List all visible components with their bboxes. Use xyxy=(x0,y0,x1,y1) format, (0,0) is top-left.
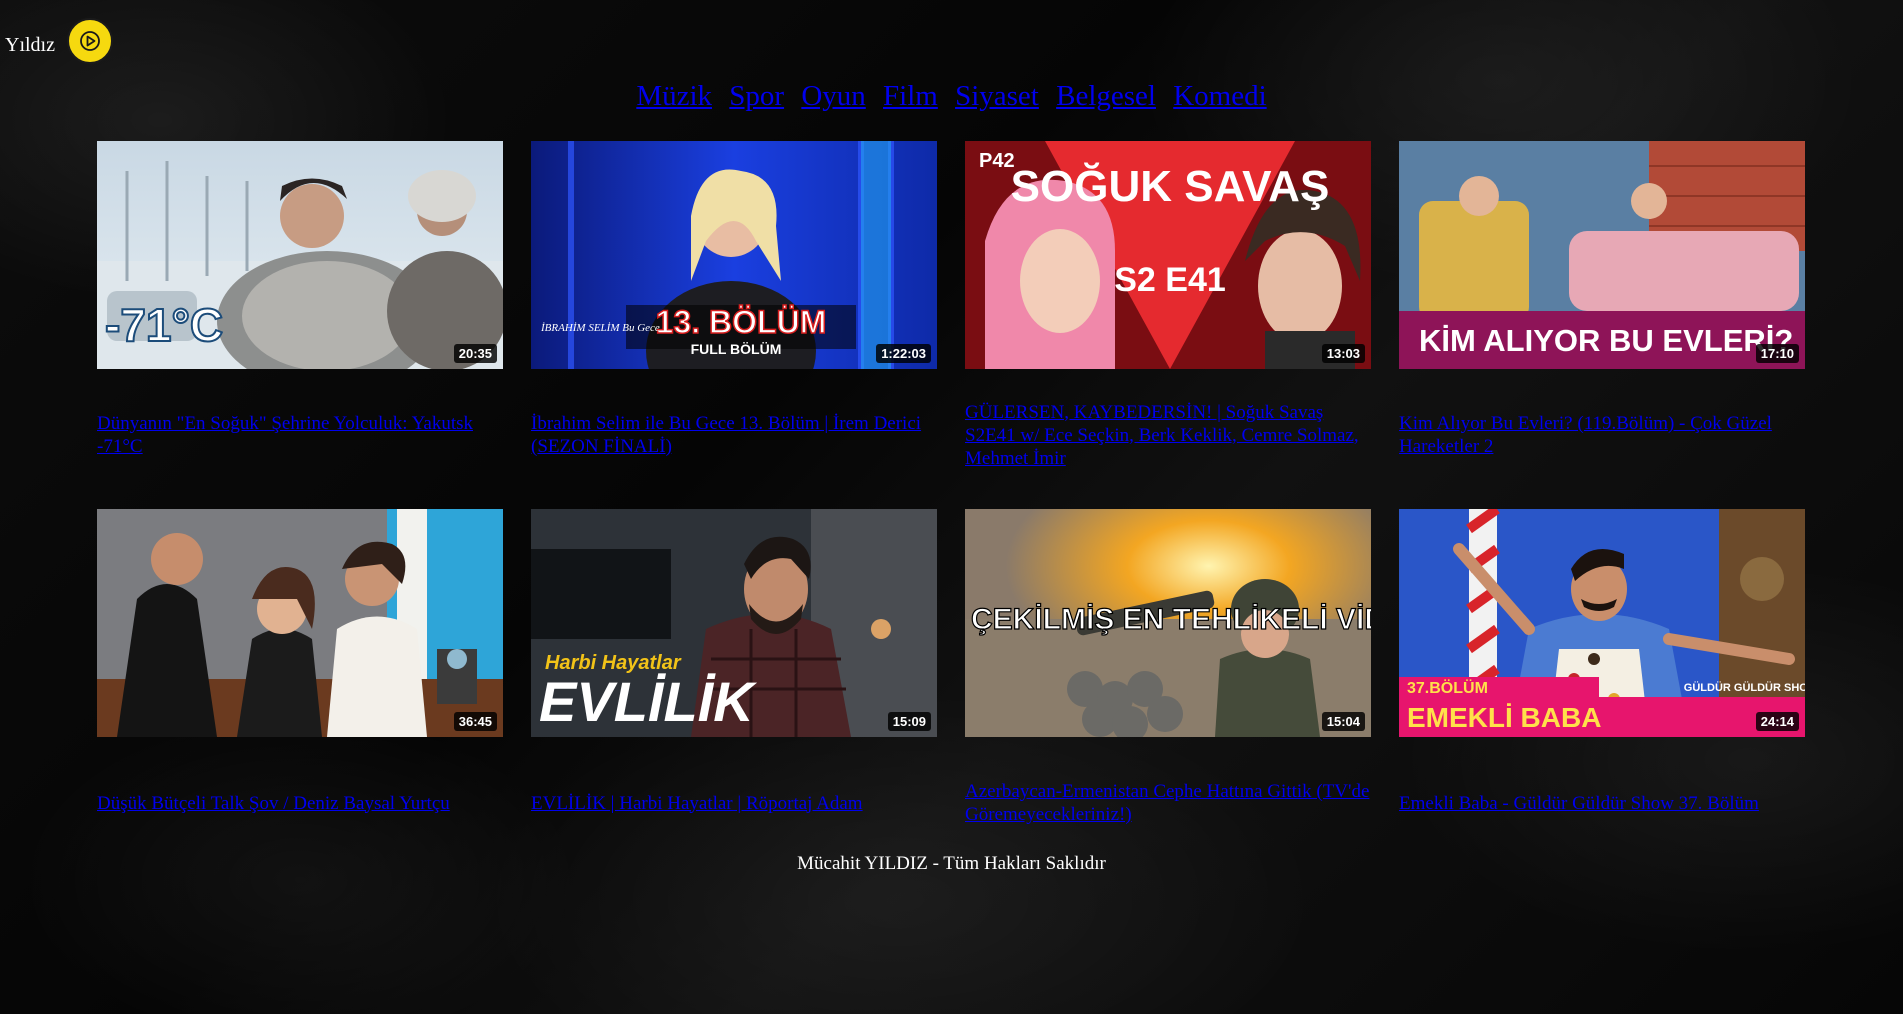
nav-link-belgesel[interactable]: Belgesel xyxy=(1056,80,1156,112)
thumbnail-overlay-text: 13. BÖLÜM xyxy=(656,304,827,340)
thumbnail-overlay-text: SOĞUK SAVAŞ xyxy=(1011,161,1330,211)
thumbnail-overlay-logo: GÜLDÜR GÜLDÜR SHOW xyxy=(1684,681,1805,694)
thumbnail-overlay-text: -71°C xyxy=(105,299,223,351)
video-title-link[interactable]: Düşük Bütçeli Talk Şov / Deniz Baysal Yu… xyxy=(97,778,450,815)
thumbnail-overlay-subtext: 37.BÖLÜM xyxy=(1407,678,1488,697)
video-duration: 17:10 xyxy=(1755,344,1799,363)
video-title-link[interactable]: GÜLERSEN, KAYBEDERSİN! | Soğuk Savaş S2E… xyxy=(965,387,1371,470)
video-thumbnail[interactable]: Harbi Hayatlar EVLİLİK 15:09 xyxy=(531,509,937,737)
video-title-link[interactable]: Dünyanın "En Soğuk" Şehrine Yolculuk: Ya… xyxy=(97,398,503,458)
video-card: ÇEKİLMİŞ EN TEHLİKELİ VİDEO 15:04 Azerba… xyxy=(965,509,1371,855)
video-grid: -71°C 20:35 Dünyanın "En Soğuk" Şehrine … xyxy=(97,141,1807,855)
video-thumbnail[interactable]: ÇEKİLMİŞ EN TEHLİKELİ VİDEO 15:04 xyxy=(965,509,1371,737)
nav-link-komedi[interactable]: Komedi xyxy=(1173,80,1266,112)
video-card: P42 SOĞUK SAVAŞ S2 E41 13:03 GÜLERSEN, K… xyxy=(965,141,1371,487)
page-footer: Mücahit YILDIZ - Tüm Hakları Saklıdır xyxy=(0,853,1903,875)
play-circle-icon[interactable] xyxy=(67,18,113,64)
nav-link-muzik[interactable]: Müzik xyxy=(636,80,712,112)
video-duration: 1:22:03 xyxy=(876,344,931,363)
video-duration: 20:35 xyxy=(453,344,497,363)
video-card: Harbi Hayatlar EVLİLİK 15:09 EVLİLİK | H… xyxy=(531,509,937,855)
video-title-container: Dünyanın "En Soğuk" Şehrine Yolculuk: Ya… xyxy=(97,369,503,487)
nav-link-oyun[interactable]: Oyun xyxy=(801,80,865,112)
video-duration: 36:45 xyxy=(453,712,497,731)
video-title-container: Kim Alıyor Bu Evleri? (119.Bölüm) - Çok … xyxy=(1399,369,1805,487)
video-card: KİM ALIYOR BU EVLERİ? 17:10 Kim Alıyor B… xyxy=(1399,141,1805,487)
copyright-text: Mücahit YILDIZ - Tüm Hakları Saklıdır xyxy=(797,853,1106,874)
nav-link-film[interactable]: Film xyxy=(883,80,938,112)
video-duration: 24:14 xyxy=(1755,712,1799,731)
video-duration: 15:04 xyxy=(1321,712,1365,731)
video-title-container: Azerbaycan-Ermenistan Cephe Hattına Gitt… xyxy=(965,737,1371,855)
thumbnail-overlay-subtext: FULL BÖLÜM xyxy=(691,341,782,357)
video-thumbnail[interactable]: KİM ALIYOR BU EVLERİ? 17:10 xyxy=(1399,141,1805,369)
video-thumbnail[interactable]: P42 SOĞUK SAVAŞ S2 E41 13:03 xyxy=(965,141,1371,369)
site-header: Yıldız xyxy=(5,18,113,64)
video-thumbnail[interactable]: -71°C 20:35 xyxy=(97,141,503,369)
video-card: -71°C 20:35 Dünyanın "En Soğuk" Şehrine … xyxy=(97,141,503,487)
video-title-container: GÜLERSEN, KAYBEDERSİN! | Soğuk Savaş S2E… xyxy=(965,369,1371,487)
thumbnail-overlay-text: KİM ALIYOR BU EVLERİ? xyxy=(1419,323,1793,358)
video-thumbnail[interactable]: 36:45 xyxy=(97,509,503,737)
video-duration: 13:03 xyxy=(1321,344,1365,363)
thumbnail-overlay-text: ÇEKİLMİŞ EN TEHLİKELİ VİDEO xyxy=(971,603,1371,636)
thumbnail-overlay-logo: İBRAHİM SELİM Bu Gece xyxy=(540,322,660,334)
video-title-container: Emekli Baba - Güldür Güldür Show 37. Böl… xyxy=(1399,737,1805,855)
video-card: 36:45 Düşük Bütçeli Talk Şov / Deniz Bay… xyxy=(97,509,503,855)
video-duration: 15:09 xyxy=(887,712,931,731)
video-title-link[interactable]: EVLİLİK | Harbi Hayatlar | Röportaj Adam xyxy=(531,778,863,815)
video-card: 37.BÖLÜM EMEKLİ BABA GÜLDÜR GÜLDÜR SHOW … xyxy=(1399,509,1805,855)
video-thumbnail[interactable]: 13. BÖLÜM FULL BÖLÜM İBRAHİM SELİM Bu Ge… xyxy=(531,141,937,369)
thumbnail-overlay-text: EVLİLİK xyxy=(539,670,757,733)
video-title-link[interactable]: Azerbaycan-Ermenistan Cephe Hattına Gitt… xyxy=(965,766,1371,826)
video-title-link[interactable]: Emekli Baba - Güldür Güldür Show 37. Böl… xyxy=(1399,778,1759,815)
thumbnail-overlay-text: EMEKLİ BABA xyxy=(1407,702,1601,733)
video-title-container: Düşük Bütçeli Talk Şov / Deniz Baysal Yu… xyxy=(97,737,503,855)
thumbnail-overlay-logo: P42 xyxy=(979,150,1015,172)
nav-link-siyaset[interactable]: Siyaset xyxy=(955,80,1039,112)
video-title-link[interactable]: İbrahim Selim ile Bu Gece 13. Bölüm | İr… xyxy=(531,398,937,458)
video-title-link[interactable]: Kim Alıyor Bu Evleri? (119.Bölüm) - Çok … xyxy=(1399,398,1805,458)
video-title-container: İbrahim Selim ile Bu Gece 13. Bölüm | İr… xyxy=(531,369,937,487)
nav-link-spor[interactable]: Spor xyxy=(729,80,784,112)
video-thumbnail[interactable]: 37.BÖLÜM EMEKLİ BABA GÜLDÜR GÜLDÜR SHOW … xyxy=(1399,509,1805,737)
brand-name: Yıldız xyxy=(5,33,55,56)
category-nav: Müzik Spor Oyun Film Siyaset Belgesel Ko… xyxy=(0,80,1903,113)
video-title-container: EVLİLİK | Harbi Hayatlar | Röportaj Adam xyxy=(531,737,937,855)
video-card: 13. BÖLÜM FULL BÖLÜM İBRAHİM SELİM Bu Ge… xyxy=(531,141,937,487)
thumbnail-overlay-subtext: S2 E41 xyxy=(1114,261,1226,299)
